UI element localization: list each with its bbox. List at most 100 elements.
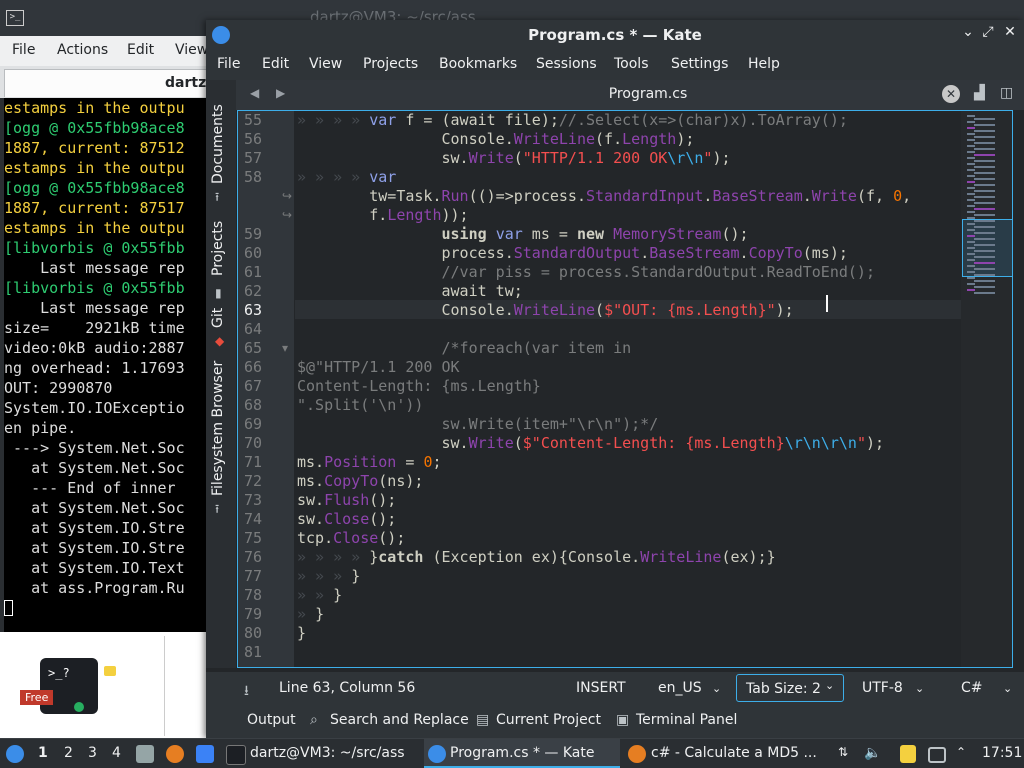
firefox-icon[interactable] — [166, 745, 184, 763]
terminal-output[interactable]: estamps in the outpu [ogg @ 0x55fbb98ace8… — [4, 98, 206, 632]
line-number[interactable]: 57 — [238, 149, 262, 168]
line-number[interactable]: 75 — [238, 529, 262, 548]
syntax-mode[interactable]: C# — [961, 680, 983, 696]
chevron-down-icon[interactable]: ⌄ — [915, 682, 924, 695]
code-line: » » } — [297, 586, 343, 604]
desktop-icon[interactable] — [196, 745, 214, 763]
line-number[interactable]: 74 — [238, 510, 262, 529]
clipboard-icon[interactable] — [900, 745, 916, 763]
updown-icon[interactable]: ⇅ — [838, 745, 848, 759]
menu-view[interactable]: View — [309, 56, 342, 72]
volume-icon[interactable]: 🔈 — [864, 745, 881, 761]
terminal-tab[interactable]: dartz — [4, 69, 208, 97]
tool-output[interactable]: Output — [247, 712, 296, 728]
line-number[interactable]: 68 — [238, 396, 262, 415]
terminal-menu-file[interactable]: File — [12, 42, 35, 58]
menu-file[interactable]: File — [217, 56, 240, 72]
line-number[interactable]: 71 — [238, 453, 262, 472]
network-icon[interactable] — [928, 747, 946, 763]
tool-search-and-replace[interactable]: Search and Replace — [330, 712, 469, 728]
sidebar-tab-git[interactable]: Git — [210, 308, 226, 328]
maximize-icon[interactable]: ⤢ — [978, 24, 998, 40]
line-number[interactable]: 69 — [238, 415, 262, 434]
terminal-menu-actions[interactable]: Actions — [57, 42, 108, 58]
sidebar-tab-filesystem-browser[interactable]: Filesystem Browser — [210, 361, 226, 496]
line-number[interactable]: 73 — [238, 491, 262, 510]
line-number[interactable]: 79 — [238, 605, 262, 624]
menu-help[interactable]: Help — [748, 56, 780, 72]
terminal-line: at System.IO.Text — [4, 559, 185, 577]
line-number[interactable]: 78 — [238, 586, 262, 605]
minimap-line — [967, 265, 975, 267]
task-kate[interactable]: Program.cs * — Kate — [450, 745, 594, 761]
sidebar-tab-documents[interactable]: Documents — [210, 104, 226, 184]
menu-bookmarks[interactable]: Bookmarks — [439, 56, 517, 72]
line-number[interactable]: 60 — [238, 244, 262, 263]
line-number[interactable]: 56 — [238, 130, 262, 149]
line-number[interactable]: 62 — [238, 282, 262, 301]
kate-titlebar[interactable]: Program.cs * — Kate ⌄ ⤢ ✕ — [206, 20, 1024, 50]
tool-current-project[interactable]: Current Project — [496, 712, 601, 728]
line-number[interactable]: 64 — [238, 320, 262, 339]
menu-edit[interactable]: Edit — [262, 56, 289, 72]
desktop-1[interactable]: 1 — [38, 745, 48, 761]
encoding[interactable]: UTF-8 — [862, 680, 903, 696]
desktop-3[interactable]: 3 — [88, 745, 97, 761]
line-number[interactable]: 72 — [238, 472, 262, 491]
task-firefox[interactable]: c# - Calculate a MD5 ... — [651, 745, 817, 761]
terminal-menu-view[interactable]: View — [175, 42, 208, 58]
minimize-icon[interactable]: ⌄ — [958, 24, 978, 40]
task-terminal[interactable]: dartz@VM3: ~/src/ass — [250, 745, 405, 761]
line-number[interactable]: 70 — [238, 434, 262, 453]
tab-next-icon[interactable]: ▶ — [276, 86, 285, 100]
line-number[interactable]: 63 — [238, 301, 262, 320]
sidebar-tab-projects[interactable]: Projects — [210, 221, 226, 276]
line-number[interactable]: 66 — [238, 358, 262, 377]
terminal-menu-edit[interactable]: Edit — [127, 42, 154, 58]
minimap-line — [967, 115, 975, 117]
chevron-up-icon[interactable]: ⌃ — [956, 745, 966, 759]
quick-open-icon[interactable]: ▟ — [974, 85, 985, 101]
menu-settings[interactable]: Settings — [671, 56, 728, 72]
terminal-cursor — [4, 600, 13, 616]
desktop-4[interactable]: 4 — [112, 745, 121, 761]
tab-program-cs[interactable]: Program.cs — [298, 80, 998, 110]
input-mode[interactable]: INSERT — [576, 680, 626, 696]
line-number[interactable]: 58 — [238, 168, 262, 187]
line-number[interactable]: 80 — [238, 624, 262, 643]
line-number[interactable]: 59 — [238, 225, 262, 244]
cursor-position[interactable]: Line 63, Column 56 — [279, 680, 415, 696]
spellcheck-language[interactable]: en_US — [658, 680, 702, 696]
start-menu-icon[interactable] — [6, 745, 24, 763]
minimap[interactable] — [961, 111, 1012, 667]
chevron-down-icon[interactable]: ⌄ — [1003, 682, 1012, 695]
tab-prev-icon[interactable]: ◀ — [250, 86, 259, 100]
chevron-down-icon[interactable]: ⌄ — [712, 682, 721, 695]
line-number[interactable]: 67 — [238, 377, 262, 396]
upload-icon[interactable]: ⭱ — [215, 500, 219, 521]
code-editor[interactable]: 55 56 57 58 ↪ ↪ 59 60 61 62 63 64 65 66 67 68 69 70 71 72 73… — [237, 110, 1013, 668]
upload-icon[interactable]: ⭱ — [215, 188, 219, 209]
line-number[interactable]: 81 — [238, 643, 262, 662]
menu-projects[interactable]: Projects — [363, 56, 418, 72]
file-manager-icon[interactable] — [136, 745, 154, 763]
desktop-2[interactable]: 2 — [64, 745, 73, 761]
line-number[interactable]: 65 — [238, 339, 262, 358]
code-line: //var piss = process.StandardOutput.Read… — [441, 263, 875, 281]
line-number[interactable]: 76 — [238, 548, 262, 567]
line-number[interactable]: 61 — [238, 263, 262, 282]
menu-sessions[interactable]: Sessions — [536, 56, 597, 72]
tab-size-dropdown[interactable]: Tab Size: 2 ⌄ — [736, 674, 844, 702]
tool-terminal-panel[interactable]: Terminal Panel — [636, 712, 737, 728]
fold-marker-icon[interactable]: ▾ — [282, 341, 288, 355]
split-view-icon[interactable]: ◫ — [1000, 85, 1013, 101]
download-icon[interactable]: ⭳ — [244, 680, 249, 704]
line-number[interactable]: 55 — [238, 111, 262, 130]
tool-view-bar: Output ⌕ Search and Replace ▤ Current Pr… — [206, 704, 1024, 738]
line-number[interactable]: 77 — [238, 567, 262, 586]
code-text-area[interactable]: » » » » var f = (await file);//.Select(x… — [295, 111, 961, 667]
clock[interactable]: 17:51 — [982, 745, 1022, 761]
close-icon[interactable]: ✕ — [1000, 24, 1020, 40]
menu-tools[interactable]: Tools — [614, 56, 649, 72]
tab-close-icon[interactable]: ✕ — [942, 85, 960, 103]
